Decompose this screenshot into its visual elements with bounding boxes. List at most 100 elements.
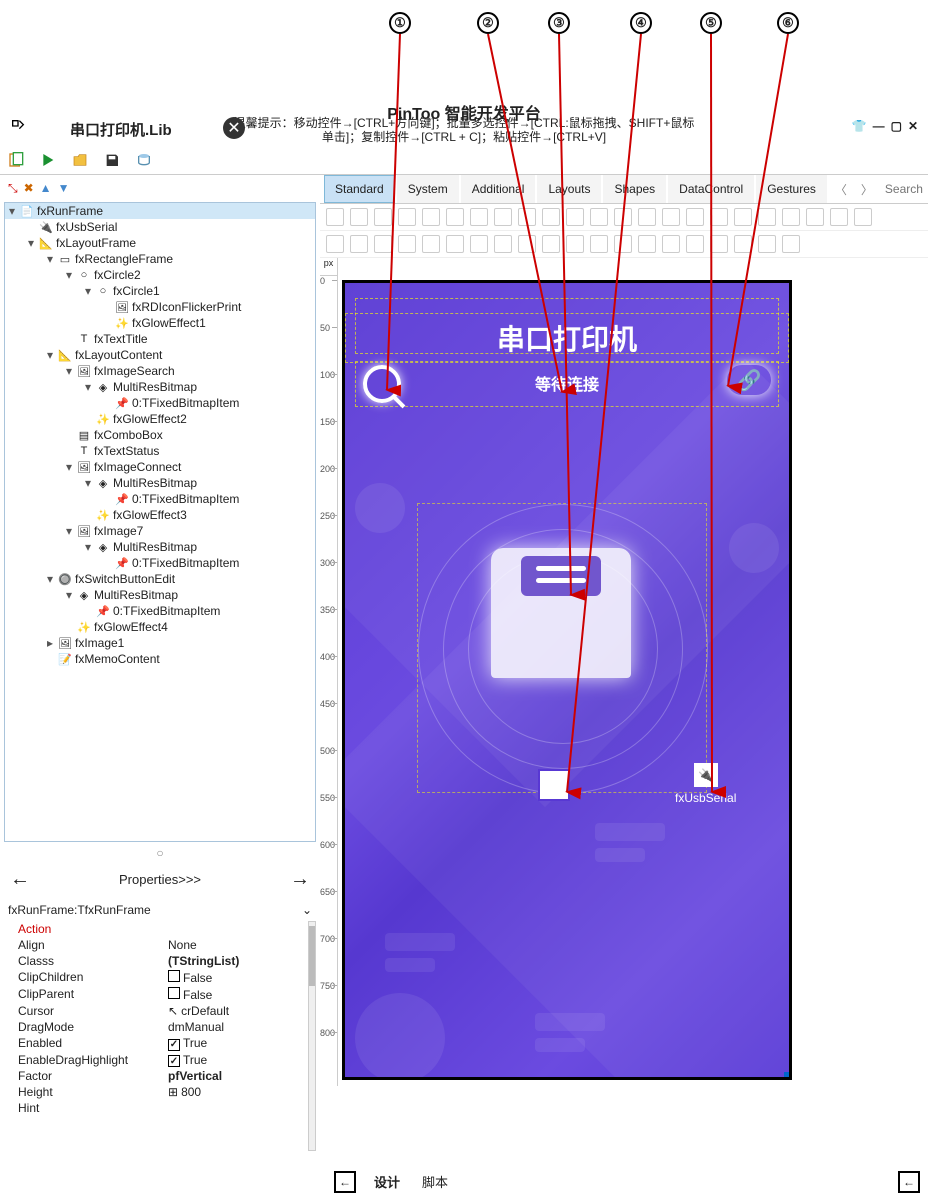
tree-node[interactable]: ▾📐fxLayoutContent — [5, 347, 315, 363]
tree-node[interactable]: 📌0:TFixedBitmapItem — [5, 395, 315, 411]
tree-node[interactable]: ▾◈MultiResBitmap — [5, 539, 315, 555]
save-icon[interactable] — [104, 152, 122, 170]
property-row[interactable]: Cursor↖crDefault — [18, 1003, 308, 1019]
align-item[interactable] — [614, 235, 632, 253]
minimize-icon[interactable]: — — [873, 119, 885, 133]
tree-node[interactable]: ▾🖼fxImage7 — [5, 523, 315, 539]
tree-node[interactable]: ✨fxGlowEffect1 — [5, 315, 315, 331]
tree-node[interactable]: 📌0:TFixedBitmapItem — [5, 603, 315, 619]
tree-node[interactable]: ✨fxGlowEffect4 — [5, 619, 315, 635]
tree-expand-icon[interactable]: ⤡ — [8, 181, 18, 196]
tab-system[interactable]: System — [397, 175, 459, 203]
tree-node[interactable]: ▾○fxCircle1 — [5, 283, 315, 299]
property-row[interactable]: FactorpfVertical — [18, 1068, 308, 1084]
align-item[interactable] — [734, 235, 752, 253]
usb-serial-component[interactable]: 🔌 fxUsbSerial — [675, 763, 736, 805]
tree-node[interactable]: ▾🖼fxImageConnect — [5, 459, 315, 475]
align-item[interactable] — [686, 235, 704, 253]
tree-node[interactable]: 🖼fxRDIconFlickerPrint — [5, 299, 315, 315]
align-item[interactable] — [542, 235, 560, 253]
tree-node[interactable]: TfxTextTitle — [5, 331, 315, 347]
palette-item[interactable] — [758, 208, 776, 226]
resize-handle[interactable] — [784, 1072, 792, 1080]
property-row[interactable]: DragModedmManual — [18, 1019, 308, 1035]
properties-grid[interactable]: ActionAlignNoneClasss(TStringList)ClipCh… — [4, 921, 308, 1151]
align-item[interactable] — [494, 235, 512, 253]
align-item[interactable] — [446, 235, 464, 253]
property-row[interactable]: AlignNone — [18, 937, 308, 953]
tree-node[interactable]: ▾🖼fxImageSearch — [5, 363, 315, 379]
database-icon[interactable] — [136, 152, 154, 170]
tab-datacontrol[interactable]: DataControl — [668, 175, 754, 203]
tree-node[interactable]: 📌0:TFixedBitmapItem — [5, 555, 315, 571]
collapse-right-icon[interactable]: ← — [898, 1171, 920, 1193]
property-row[interactable]: Classs(TStringList) — [18, 953, 308, 969]
tab-additional[interactable]: Additional — [461, 175, 536, 203]
align-item[interactable] — [782, 235, 800, 253]
maximize-icon[interactable]: ▢ — [891, 119, 902, 133]
palette-item[interactable] — [542, 208, 560, 226]
palette-item[interactable] — [422, 208, 440, 226]
palette-item[interactable] — [686, 208, 704, 226]
tab-standard[interactable]: Standard — [324, 175, 395, 203]
tree-node[interactable]: ✨fxGlowEffect2 — [5, 411, 315, 427]
palette-item[interactable] — [830, 208, 848, 226]
open-icon[interactable] — [72, 152, 90, 170]
align-item[interactable] — [662, 235, 680, 253]
palette-item[interactable] — [398, 208, 416, 226]
palette-item[interactable] — [350, 208, 368, 226]
tree-scroll-handle[interactable]: ○ — [4, 842, 316, 860]
property-row[interactable]: ClipChildrenFalse — [18, 969, 308, 986]
tree-node[interactable]: ▾📄fxRunFrame — [5, 203, 315, 219]
tab-gestures[interactable]: Gestures — [756, 175, 827, 203]
tab-layouts[interactable]: Layouts — [537, 175, 601, 203]
palette-item[interactable] — [638, 208, 656, 226]
tree-node[interactable]: ▾📐fxLayoutFrame — [5, 235, 315, 251]
tabs-next-icon[interactable]: 〉 — [855, 177, 879, 202]
palette-item[interactable] — [374, 208, 392, 226]
property-row[interactable]: Action — [18, 921, 308, 937]
tree-node[interactable]: ✨fxGlowEffect3 — [5, 507, 315, 523]
palette-item[interactable] — [806, 208, 824, 226]
run-icon[interactable] — [40, 152, 58, 170]
tshirt-icon[interactable]: 👕 — [852, 119, 867, 133]
palette-item[interactable] — [446, 208, 464, 226]
tab-script[interactable]: 脚本 — [418, 1170, 452, 1193]
palette-item[interactable] — [854, 208, 872, 226]
tree-down-icon[interactable]: ▼ — [58, 181, 70, 196]
palette-item[interactable] — [326, 208, 344, 226]
structure-tree[interactable]: ▾📄fxRunFrame 🔌fxUsbSerial▾📐fxLayoutFrame… — [4, 202, 316, 842]
next-arrow-icon[interactable]: → — [290, 868, 310, 891]
tree-up-icon[interactable]: ▲ — [40, 181, 52, 196]
close-icon[interactable]: ✕ — [908, 119, 918, 133]
palette-item[interactable] — [590, 208, 608, 226]
tabs-prev-icon[interactable]: 〈 — [829, 177, 853, 202]
tree-node[interactable]: ▸🖼fxImage1 — [5, 635, 315, 651]
align-item[interactable] — [638, 235, 656, 253]
align-item[interactable] — [518, 235, 536, 253]
align-item[interactable] — [590, 235, 608, 253]
tree-node[interactable]: ▤fxComboBox — [5, 427, 315, 443]
property-row[interactable]: ClipParentFalse — [18, 986, 308, 1003]
align-item[interactable] — [326, 235, 344, 253]
tree-node[interactable]: TfxTextStatus — [5, 443, 315, 459]
tree-node[interactable]: 🔌fxUsbSerial — [5, 219, 315, 235]
palette-item[interactable] — [470, 208, 488, 226]
align-item[interactable] — [710, 235, 728, 253]
align-item[interactable] — [566, 235, 584, 253]
tree-node[interactable]: ▾🔘fxSwitchButtonEdit — [5, 571, 315, 587]
tree-node[interactable]: 📌0:TFixedBitmapItem — [5, 491, 315, 507]
property-row[interactable]: Enabled✓True — [18, 1035, 308, 1052]
tree-collapse-icon[interactable]: ✖ — [24, 181, 34, 196]
palette-item[interactable] — [566, 208, 584, 226]
palette-item[interactable] — [710, 208, 728, 226]
tab-shapes[interactable]: Shapes — [603, 175, 666, 203]
link-icon[interactable]: 🔗 — [727, 365, 771, 395]
align-item[interactable] — [350, 235, 368, 253]
close-doc-icon[interactable]: ✕ — [223, 117, 245, 139]
palette-item[interactable] — [518, 208, 536, 226]
palette-item[interactable] — [614, 208, 632, 226]
tree-node[interactable]: 📝fxMemoContent — [5, 651, 315, 667]
collapse-left-icon[interactable]: ← — [334, 1171, 356, 1193]
object-selector[interactable]: fxRunFrame:TfxRunFrame ⌄ — [4, 899, 316, 921]
